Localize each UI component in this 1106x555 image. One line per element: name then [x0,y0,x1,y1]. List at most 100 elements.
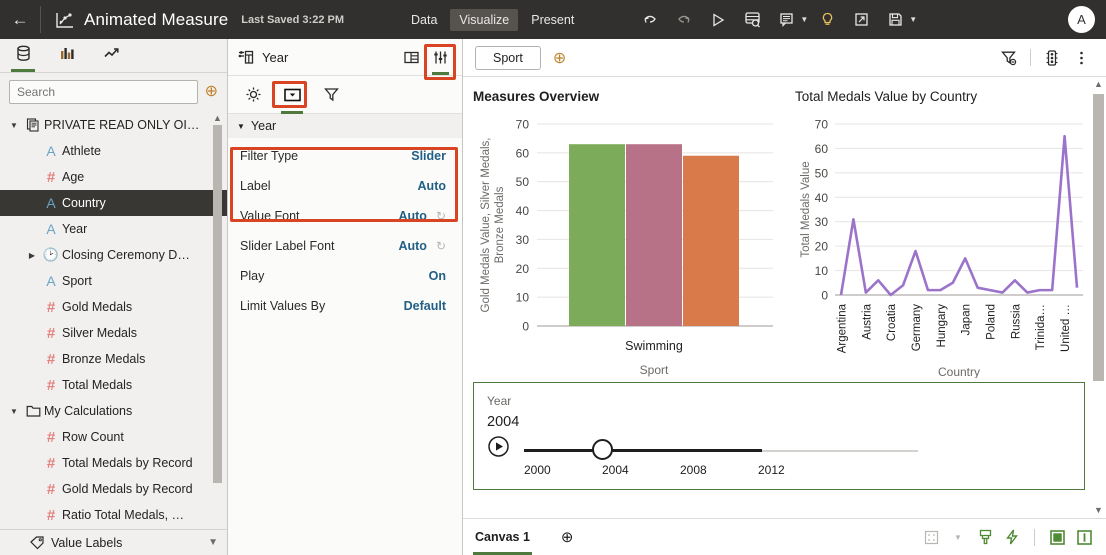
more-vertical-icon[interactable] [1068,45,1094,71]
sidebar-item-visualizations[interactable] [52,39,82,72]
tree-item-gold-medals-by-record[interactable]: # Gold Medals by Record [0,476,227,502]
property-row-slider-label-font[interactable]: Slider Label Font Auto ↻ [228,231,462,261]
tree-item-country[interactable]: A Country [0,190,227,216]
bar-chart-svg[interactable]: 0 10 20 30 40 50 60 70 Swimming Sport Gold Medals … [473,110,789,378]
tree-item-ratio-total-medals[interactable]: # Ratio Total Medals, … [0,502,227,528]
traffic-light-icon[interactable] [1039,45,1065,71]
property-value[interactable]: Slider [411,149,446,163]
play-circle-icon[interactable] [487,435,510,461]
property-value[interactable]: On [429,269,446,283]
chart-title: Total Medals Value by Country [795,89,978,104]
tree-item-total-medals[interactable]: # Total Medals [0,372,227,398]
scrollbar-thumb[interactable] [1093,94,1104,381]
canvas-scrollbar[interactable]: ▲ ▼ [1092,77,1105,517]
tree-item-private-read-only-oi[interactable]: ▼ PRIVATE READ ONLY OI… [0,112,227,138]
add-visualization-icon[interactable]: ⊕ [553,48,566,68]
sidebar-item-analytics[interactable] [96,39,126,72]
property-row-label[interactable]: Label Auto [228,171,462,201]
save-chevron-down-icon[interactable]: ▼ [909,15,917,24]
year-slider-card[interactable]: Year 2004 2000 2004 2008 2012 [473,382,1085,490]
tab-data[interactable]: Data [402,9,446,31]
filter-control-icon[interactable] [279,82,305,114]
slider-thumb[interactable] [592,439,613,460]
reset-icon[interactable]: ↻ [436,209,446,223]
left-panel-scrollbar[interactable]: ▲ [213,113,222,513]
twisty-right-icon[interactable]: ▶ [24,251,40,260]
search-input[interactable] [9,80,198,104]
general-gear-icon[interactable] [240,82,266,108]
insights-bulb-icon[interactable] [812,5,842,35]
svg-text:Gold Medals Value, Silver Meda: Gold Medals Value, Silver Medals, [480,138,492,313]
add-canvas-icon[interactable]: ⊕ [561,528,574,546]
paint-brush-icon[interactable] [975,527,995,547]
add-dataset-icon[interactable]: ⊕ [205,84,218,100]
canvas-tab-1[interactable]: Canvas 1 [473,519,532,555]
property-row-play[interactable]: Play On [228,261,462,291]
tree-item-label: Row Count [62,430,124,444]
tab-present[interactable]: Present [522,9,583,31]
slider-track-filled[interactable] [524,449,762,452]
tree-item-total-medals-by-record[interactable]: # Total Medals by Record [0,450,227,476]
property-row-limit-values-by[interactable]: Limit Values By Default [228,291,462,321]
chevron-down-icon[interactable]: ▼ [948,527,968,547]
tree-item-row-count[interactable]: # Row Count [0,424,227,450]
sidebar-item-data[interactable] [8,39,38,72]
avatar[interactable]: A [1068,6,1095,33]
grid-layout-icon[interactable] [921,527,941,547]
line-chart-svg[interactable]: 0 10 20 30 40 50 60 70 Argentina Austria Croatia Ge… [795,110,1095,379]
property-row-value-font[interactable]: Value Font Auto ↻ [228,201,462,231]
redo-icon[interactable] [669,5,699,35]
property-row-filter-type[interactable]: Filter Type Slider [228,141,462,171]
panel-right-icon[interactable] [1047,527,1067,547]
filter-remove-icon[interactable] [996,45,1022,71]
chevron-down-icon[interactable]: ▼ [800,15,808,24]
lightning-icon[interactable] [1002,527,1022,547]
twisty-down-icon[interactable]: ▼ [6,407,22,416]
top-toolbar: ▼ ▼ [635,5,917,35]
properties-section-header[interactable]: ▼ Year [228,114,462,138]
attribute-icon: A [46,221,56,237]
tree-item-closing-ceremony-d[interactable]: ▶ 🕑 Closing Ceremony D… [0,242,227,268]
property-value[interactable]: Auto [418,179,446,193]
tree-item-bronze-medals[interactable]: # Bronze Medals [0,346,227,372]
tree-item-silver-medals[interactable]: # Silver Medals [0,320,227,346]
chevron-down-icon[interactable]: ▼ [208,537,218,548]
property-value[interactable]: Default [404,299,446,313]
tree-item-age[interactable]: # Age [0,164,227,190]
viz-tab-sport[interactable]: Sport [475,45,541,70]
property-value[interactable]: Auto [398,209,426,223]
save-icon[interactable] [880,5,910,35]
undo-icon[interactable] [635,5,665,35]
search-row: ⊕ [0,73,227,110]
value-labels-row[interactable]: Value Labels ▼ [0,529,227,555]
data-tree[interactable]: ▼ PRIVATE READ ONLY OI… A Athlete # Age A Count… [0,110,227,540]
layout-panel-icon[interactable] [399,43,424,71]
tree-item-my-calculations[interactable]: ▼ My Calculations [0,398,227,424]
measure-icon: # [46,376,56,394]
filter-funnel-icon[interactable] [318,82,344,108]
measure-icon: # [46,298,56,316]
chart-scatter-icon [55,10,75,30]
reset-icon[interactable]: ↻ [436,239,446,253]
tree-item-athlete[interactable]: A Athlete [0,138,227,164]
database-search-icon[interactable] [737,5,767,35]
share-external-icon[interactable] [846,5,876,35]
slider-field-label: Year [487,394,512,408]
svg-text:Austria: Austria [861,303,873,339]
tree-item-gold-medals[interactable]: # Gold Medals [0,294,227,320]
property-value[interactable]: Auto [398,239,426,253]
notes-icon[interactable] [771,5,801,35]
left-panel-tabs [0,39,227,73]
play-icon[interactable] [703,5,733,35]
scrollbar-thumb[interactable] [213,125,222,483]
twisty-down-icon[interactable]: ▼ [6,121,22,130]
chart-total-medals-by-country[interactable]: Total Medals Value by Country 0 10 20 30 40 5… [795,89,1095,381]
chart-measures-overview[interactable]: Measures Overview 0 10 20 30 40 50 60 70 Swimmin… [473,89,789,381]
properties-sliders-icon[interactable] [428,43,453,75]
back-arrow-icon[interactable]: ← [0,0,40,39]
panel-split-icon[interactable] [1074,527,1094,547]
slider-track-rest[interactable] [762,450,918,452]
tree-item-year[interactable]: A Year [0,216,227,242]
tab-visualize[interactable]: Visualize [450,8,519,31]
tree-item-sport[interactable]: A Sport [0,268,227,294]
